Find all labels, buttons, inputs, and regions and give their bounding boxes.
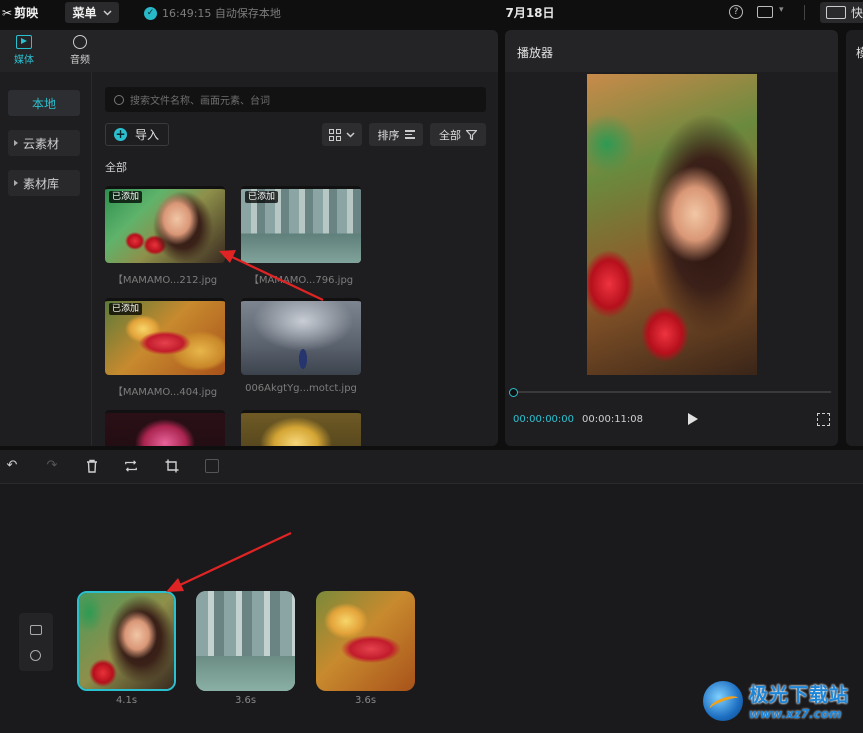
- annotation-arrow: [166, 532, 292, 592]
- watermark: 极光下载站 www.xz7.com: [703, 680, 849, 721]
- watermark-logo-icon: [703, 680, 743, 721]
- watermark-title: 极光下载站: [749, 684, 850, 706]
- watermark-url: www.xz7.com: [749, 707, 842, 721]
- annotation-arrow: [219, 250, 324, 301]
- annotation-arrows: [166, 250, 324, 592]
